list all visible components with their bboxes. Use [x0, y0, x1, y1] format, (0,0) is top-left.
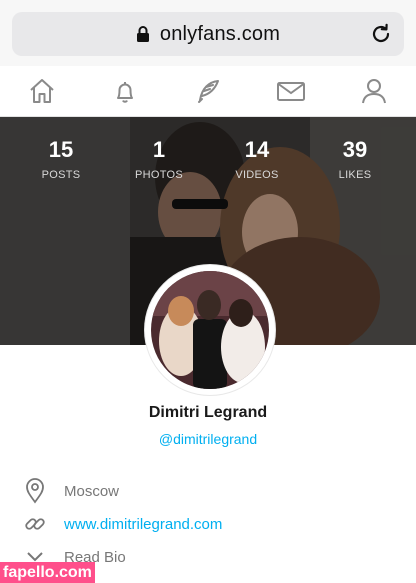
stat-count: 15 — [48, 137, 74, 162]
profile-stats: 15 POSTS 1 PHOTOS 14 VIDEOS 39 LIKES — [0, 137, 416, 181]
stat-label: LIKES — [338, 169, 372, 181]
stat-label: POSTS — [41, 169, 81, 181]
website-link[interactable]: www.dimitrilegrand.com — [64, 516, 222, 533]
feather-icon[interactable] — [192, 75, 224, 107]
stat-photos[interactable]: 1 PHOTOS — [122, 137, 196, 181]
link-icon — [24, 511, 46, 537]
envelope-icon[interactable] — [275, 75, 307, 107]
lock-icon — [136, 26, 149, 42]
home-icon[interactable] — [26, 75, 58, 107]
location-pin-icon — [24, 478, 46, 504]
reload-icon[interactable] — [370, 23, 392, 45]
stat-label: VIDEOS — [235, 169, 279, 181]
location-text: Moscow — [64, 482, 120, 500]
stat-count: 1 — [152, 137, 166, 162]
address-bar[interactable]: onlyfans.com — [12, 12, 404, 56]
avatar-image — [151, 271, 269, 389]
stat-videos[interactable]: 14 VIDEOS — [220, 137, 294, 181]
stat-likes[interactable]: 39 LIKES — [318, 137, 392, 181]
url-text: onlyfans.com — [159, 22, 281, 45]
website-row[interactable]: www.dimitrilegrand.com — [24, 511, 222, 537]
stat-posts[interactable]: 15 POSTS — [24, 137, 98, 181]
profile-name: Dimitri Legrand — [148, 404, 268, 421]
stat-label: PHOTOS — [134, 169, 184, 181]
stat-count: 39 — [342, 137, 368, 162]
watermark: fapello.com — [0, 562, 95, 583]
stat-count: 14 — [244, 137, 270, 162]
top-navigation — [0, 66, 416, 117]
profile-icon[interactable] — [358, 75, 390, 107]
bell-icon[interactable] — [109, 75, 141, 107]
profile-handle[interactable]: @dimitrilegrand — [0, 431, 416, 447]
avatar[interactable] — [145, 265, 275, 395]
location-row: Moscow — [24, 478, 119, 504]
browser-chrome: onlyfans.com — [0, 0, 416, 66]
